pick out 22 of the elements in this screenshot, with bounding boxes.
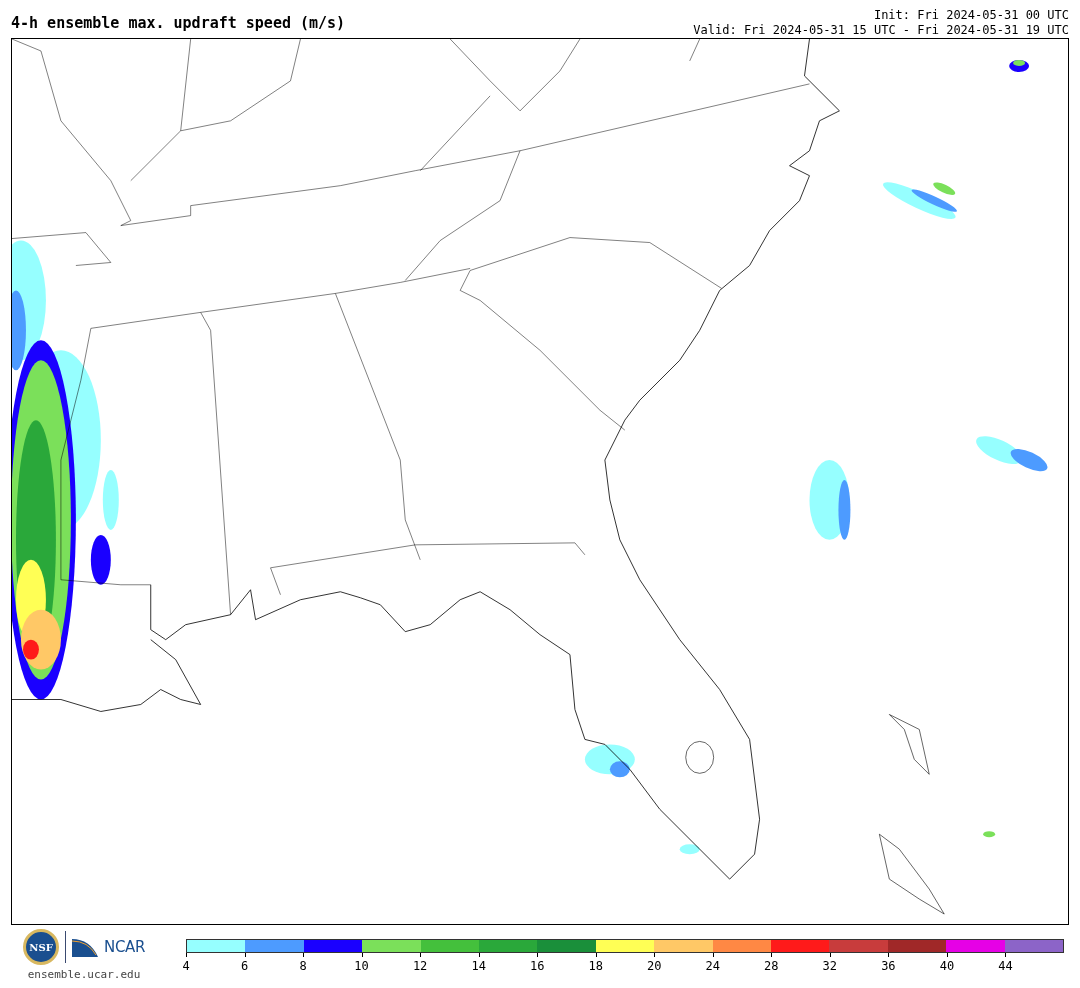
site-url: ensemble.ucar.edu [27,967,141,983]
color-bar-tick-label: 36 [881,958,896,975]
chart-title: 4-h ensemble max. updraft speed (m/s) [11,12,346,34]
init-time: Init: Fri 2024-05-31 00 UTC [873,8,1069,23]
color-bar-tick-label: 20 [647,958,662,975]
nsf-logo: NSF [23,929,60,965]
color-bar-tick-label: 14 [471,958,486,975]
color-bar-tick-label: 18 [588,958,603,975]
color-bar-tick-label: 44 [998,958,1013,975]
color-bar-tick-label: 10 [354,958,369,975]
color-bar-tick-label: 40 [939,958,955,975]
color-bar-tick-label: 24 [705,958,720,975]
color-bar-tick-label: 28 [764,958,779,975]
color-bar-tick-label: 32 [822,958,838,975]
color-bar-tick-label: 16 [529,958,545,975]
color-bar-tick-label: 6 [240,958,249,975]
color-bar-tick-label: 8 [299,958,307,975]
ncar-logo-text: NCAR [104,936,145,958]
color-bar-tick-label: 4 [182,958,190,975]
ncar-logo-icon [72,937,99,957]
color-bar-tick-label: 12 [412,958,428,975]
valid-time: Valid: Fri 2024-05-31 15 UTC - Fri 2024-05-31 19 UTC [693,23,1069,38]
